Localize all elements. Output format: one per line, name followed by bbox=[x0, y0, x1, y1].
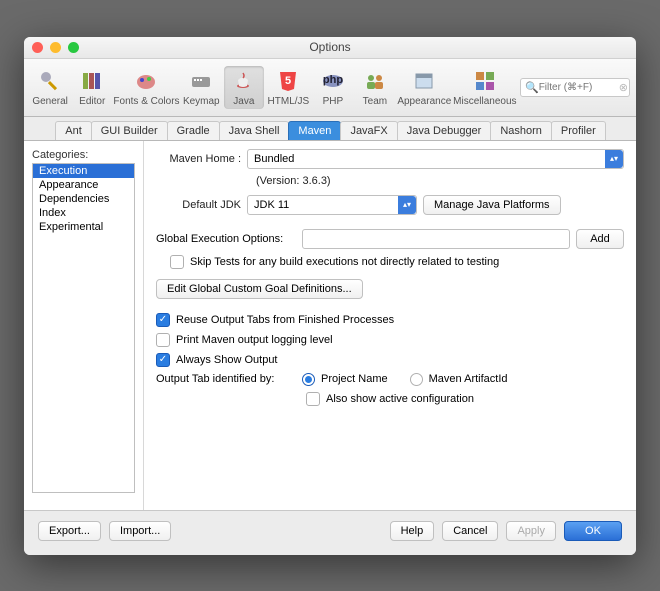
global-exec-input[interactable] bbox=[302, 229, 570, 249]
search-icon: 🔍 bbox=[525, 81, 539, 94]
zoom-icon[interactable] bbox=[68, 42, 79, 53]
also-show-config-checkbox[interactable] bbox=[306, 392, 320, 406]
toolbar-java[interactable]: Java bbox=[224, 66, 264, 109]
palette-icon bbox=[133, 68, 159, 94]
category-execution[interactable]: Execution bbox=[33, 164, 134, 178]
default-jdk-select[interactable]: JDK 11 ▴▾ bbox=[247, 195, 417, 215]
filter-input[interactable] bbox=[539, 82, 619, 93]
tab-javafx[interactable]: JavaFX bbox=[340, 121, 397, 140]
toolbar-editor[interactable]: Editor bbox=[72, 66, 112, 109]
category-appearance[interactable]: Appearance bbox=[33, 178, 134, 192]
always-show-checkbox[interactable]: ✓ bbox=[156, 353, 170, 367]
ok-button[interactable]: OK bbox=[564, 521, 622, 541]
misc-icon bbox=[472, 68, 498, 94]
add-button[interactable]: Add bbox=[576, 229, 624, 249]
print-logging-checkbox[interactable] bbox=[156, 333, 170, 347]
export-button[interactable]: Export... bbox=[38, 521, 101, 541]
php-icon: php bbox=[320, 68, 346, 94]
categories-header: Categories: bbox=[32, 149, 143, 161]
tab-profiler[interactable]: Profiler bbox=[551, 121, 606, 140]
html5-icon: 5 bbox=[275, 68, 301, 94]
categories-sidebar: Categories: Execution Appearance Depende… bbox=[24, 141, 144, 510]
window-icon bbox=[411, 68, 437, 94]
maven-home-select[interactable]: Bundled ▴▾ bbox=[247, 149, 624, 169]
svg-text:php: php bbox=[323, 74, 343, 86]
main-panel: Maven Home : Bundled ▴▾ (Version: 3.6.3)… bbox=[144, 141, 636, 510]
java-subtabs: Ant GUI Builder Gradle Java Shell Maven … bbox=[24, 117, 636, 141]
tab-gradle[interactable]: Gradle bbox=[167, 121, 220, 140]
skip-tests-label: Skip Tests for any build executions not … bbox=[190, 256, 499, 268]
toolbar-php[interactable]: php PHP bbox=[313, 66, 353, 109]
toolbar-html-js[interactable]: 5 HTML/JS bbox=[266, 66, 311, 109]
category-experimental[interactable]: Experimental bbox=[33, 220, 134, 234]
toolbar: General Editor Fonts & Colors Keymap Jav… bbox=[24, 59, 636, 117]
titlebar: Options bbox=[24, 37, 636, 59]
toolbar-general[interactable]: General bbox=[30, 66, 70, 109]
import-button[interactable]: Import... bbox=[109, 521, 171, 541]
category-index[interactable]: Index bbox=[33, 206, 134, 220]
default-jdk-label: Default JDK bbox=[156, 199, 241, 211]
options-window: Options General Editor Fonts & Colors Ke… bbox=[24, 37, 636, 555]
global-exec-label: Global Execution Options: bbox=[156, 233, 296, 245]
reuse-output-label: Reuse Output Tabs from Finished Processe… bbox=[176, 314, 394, 326]
window-title: Options bbox=[24, 40, 636, 54]
radio-project-name[interactable] bbox=[302, 373, 315, 386]
books-icon bbox=[79, 68, 105, 94]
filter-search[interactable]: 🔍 ⊗ bbox=[520, 78, 630, 97]
manage-platforms-button[interactable]: Manage Java Platforms bbox=[423, 195, 561, 215]
java-cup-icon bbox=[231, 68, 257, 94]
toolbar-miscellaneous[interactable]: Miscellaneous bbox=[454, 66, 516, 109]
toolbar-fonts-colors[interactable]: Fonts & Colors bbox=[114, 66, 178, 109]
category-dependencies[interactable]: Dependencies bbox=[33, 192, 134, 206]
minimize-icon[interactable] bbox=[50, 42, 61, 53]
always-show-label: Always Show Output bbox=[176, 354, 278, 366]
clear-icon[interactable]: ⊗ bbox=[619, 81, 628, 94]
reuse-output-checkbox[interactable]: ✓ bbox=[156, 313, 170, 327]
toolbar-appearance[interactable]: Appearance bbox=[397, 66, 452, 109]
skip-tests-checkbox[interactable] bbox=[170, 255, 184, 269]
chevron-updown-icon: ▴▾ bbox=[398, 196, 416, 214]
radio-artifact-id[interactable] bbox=[410, 373, 423, 386]
edit-global-goals-button[interactable]: Edit Global Custom Goal Definitions... bbox=[156, 279, 363, 299]
tab-java-debugger[interactable]: Java Debugger bbox=[397, 121, 492, 140]
output-tab-label: Output Tab identified by: bbox=[156, 373, 296, 385]
gear-wrench-icon bbox=[37, 68, 63, 94]
help-button[interactable]: Help bbox=[390, 521, 435, 541]
tab-gui-builder[interactable]: GUI Builder bbox=[91, 121, 168, 140]
svg-text:5: 5 bbox=[285, 75, 291, 87]
categories-list[interactable]: Execution Appearance Dependencies Index … bbox=[32, 163, 135, 493]
toolbar-keymap[interactable]: Keymap bbox=[181, 66, 222, 109]
keyboard-icon bbox=[188, 68, 214, 94]
maven-home-label: Maven Home : bbox=[156, 153, 241, 165]
cancel-button[interactable]: Cancel bbox=[442, 521, 498, 541]
tab-nashorn[interactable]: Nashorn bbox=[490, 121, 552, 140]
apply-button[interactable]: Apply bbox=[506, 521, 556, 541]
also-show-config-label: Also show active configuration bbox=[326, 393, 474, 405]
toolbar-team[interactable]: Team bbox=[355, 66, 395, 109]
tab-ant[interactable]: Ant bbox=[55, 121, 92, 140]
close-icon[interactable] bbox=[32, 42, 43, 53]
dialog-footer: Export... Import... Help Cancel Apply OK bbox=[24, 511, 636, 555]
maven-version-text: (Version: 3.6.3) bbox=[256, 175, 624, 187]
print-logging-label: Print Maven output logging level bbox=[176, 334, 333, 346]
tab-maven[interactable]: Maven bbox=[288, 121, 341, 140]
team-icon bbox=[362, 68, 388, 94]
chevron-updown-icon: ▴▾ bbox=[605, 150, 623, 168]
tab-java-shell[interactable]: Java Shell bbox=[219, 121, 290, 140]
